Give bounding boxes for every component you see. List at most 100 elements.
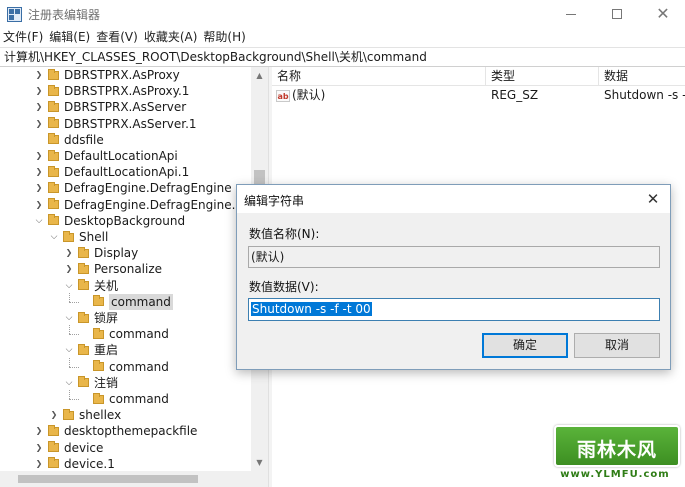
tree-horizontal-scrollbar[interactable] xyxy=(0,471,268,487)
tree-item[interactable]: ❯ DBRSTPRX.AsServer.1 xyxy=(34,116,197,132)
tree-item[interactable]: ❯ DefragEngine.DefragEngine xyxy=(34,180,232,196)
menu-favorites[interactable]: 收藏夹(A) xyxy=(141,28,201,47)
chevron-right-icon[interactable]: ❯ xyxy=(34,197,44,213)
chevron-down-icon[interactable]: ⌵ xyxy=(64,310,74,326)
folder-icon xyxy=(48,198,59,210)
chevron-down-icon[interactable]: ⌵ xyxy=(64,278,74,294)
folder-icon xyxy=(48,424,59,436)
tree-item[interactable]: ❯ Display xyxy=(64,245,139,261)
tree-item[interactable]: ⌵ 锁屏 xyxy=(64,310,118,326)
scroll-up-icon[interactable]: ▲ xyxy=(251,67,268,84)
ok-button[interactable]: 确定 xyxy=(482,333,568,358)
value-name: (默认) xyxy=(292,88,326,102)
tree-guide xyxy=(79,359,89,375)
chevron-right-icon[interactable]: ❯ xyxy=(34,83,44,99)
tree-guide xyxy=(34,132,44,148)
tree-item-label: desktopthemepackfile xyxy=(64,424,198,439)
tree-item[interactable]: ❯ DefaultLocationApi.1 xyxy=(34,164,190,180)
tree-item[interactable]: command xyxy=(79,326,169,342)
chevron-right-icon[interactable]: ❯ xyxy=(34,99,44,115)
value-data: Shutdown -s -t xyxy=(604,88,685,102)
tree-item[interactable]: ❯ device xyxy=(34,440,104,456)
list-item[interactable]: ab (默认) REG_SZ Shutdown -s -t xyxy=(272,86,685,104)
address-bar[interactable]: 计算机\HKEY_CLASSES_ROOT\DesktopBackground\… xyxy=(0,47,685,67)
folder-icon xyxy=(48,133,59,145)
tree-item-label: Shell xyxy=(79,230,109,244)
tree-item[interactable]: ⌵ Shell xyxy=(49,229,109,245)
hscroll-thumb[interactable] xyxy=(18,475,198,483)
dialog-close-icon[interactable]: ✕ xyxy=(639,187,667,211)
chevron-right-icon[interactable]: ❯ xyxy=(34,180,44,196)
chevron-right-icon[interactable]: ❯ xyxy=(34,423,44,439)
tree-item[interactable]: ❯ DBRSTPRX.AsProxy.1 xyxy=(34,83,190,99)
tree-guide xyxy=(79,294,89,310)
tree-item[interactable]: ❯ DefragEngine.DefragEngine.1 xyxy=(34,197,243,213)
tree-item[interactable]: ❯ Personalize xyxy=(64,261,162,277)
chevron-down-icon[interactable]: ⌵ xyxy=(49,229,59,245)
tree-item-label: DefragEngine.DefragEngine.1 xyxy=(64,197,244,212)
chevron-down-icon[interactable]: ⌵ xyxy=(34,213,44,229)
value-data-input[interactable]: Shutdown -s -f -t 00 xyxy=(248,298,660,321)
chevron-right-icon[interactable]: ❯ xyxy=(34,440,44,456)
tree-item[interactable]: ⌵ 重启 xyxy=(64,342,118,358)
column-type[interactable]: 类型 xyxy=(486,67,599,86)
tree-item-label: DBRSTPRX.AsProxy.1 xyxy=(64,84,190,99)
chevron-right-icon[interactable]: ❯ xyxy=(34,456,44,472)
folder-icon xyxy=(63,408,74,420)
tree-item[interactable]: ddsfile xyxy=(34,132,104,148)
folder-icon xyxy=(78,246,89,258)
tree-item[interactable]: ❯ DBRSTPRX.AsProxy xyxy=(34,67,180,83)
tree-item[interactable]: ⌵ DesktopBackground xyxy=(34,213,186,229)
maximize-button[interactable] xyxy=(594,0,640,28)
chevron-right-icon[interactable]: ❯ xyxy=(64,261,74,277)
close-icon: ✕ xyxy=(656,4,670,23)
scroll-down-icon[interactable]: ▼ xyxy=(251,454,268,471)
chevron-down-icon[interactable]: ⌵ xyxy=(64,342,74,358)
title-bar: 注册表编辑器 ✕ xyxy=(0,0,685,28)
tree-item[interactable]: ❯ device.1 xyxy=(34,456,115,472)
folder-icon xyxy=(48,149,59,161)
chevron-right-icon[interactable]: ❯ xyxy=(64,245,74,261)
tree-item[interactable]: ❯ shellex xyxy=(49,407,122,423)
column-name[interactable]: 名称 xyxy=(272,67,486,86)
tree-item-label: ddsfile xyxy=(64,132,104,147)
menu-help[interactable]: 帮助(H) xyxy=(200,28,248,47)
chevron-down-icon[interactable]: ⌵ xyxy=(64,375,74,391)
tree-item-label: command xyxy=(109,327,169,342)
chevron-right-icon[interactable]: ❯ xyxy=(34,116,44,132)
folder-icon xyxy=(48,68,59,80)
tree-item[interactable]: ⌵ 关机 xyxy=(64,278,118,294)
tree-item-label: shellex xyxy=(79,408,122,423)
tree-item[interactable]: command xyxy=(79,293,173,310)
chevron-right-icon[interactable]: ❯ xyxy=(34,148,44,164)
list-header: 名称 类型 数据 xyxy=(272,67,685,86)
close-button[interactable]: ✕ xyxy=(640,0,685,28)
tree-item-label: Personalize xyxy=(94,262,163,277)
tree-item[interactable]: ⌵ 注销 xyxy=(64,375,118,391)
folder-icon xyxy=(48,100,59,112)
folder-icon xyxy=(78,262,89,274)
tree-item-label: 锁屏 xyxy=(94,311,119,325)
menu-edit[interactable]: 编辑(E) xyxy=(46,28,93,47)
tree-item-label: DBRSTPRX.AsServer.1 xyxy=(64,116,197,131)
tree-item[interactable]: ❯ DefaultLocationApi xyxy=(34,148,178,164)
dialog-title: 编辑字符串 xyxy=(244,194,305,208)
folder-icon xyxy=(48,214,59,226)
menu-file[interactable]: 文件(F) xyxy=(0,28,46,47)
tree-item[interactable]: ❯ desktopthemepackfile xyxy=(34,423,198,439)
tree-item-label: command xyxy=(109,392,169,406)
tree-item[interactable]: command xyxy=(79,359,169,375)
folder-icon xyxy=(78,311,89,323)
tree-item[interactable]: ❯ DBRSTPRX.AsServer xyxy=(34,99,187,115)
cancel-button[interactable]: 取消 xyxy=(574,333,660,358)
menu-view[interactable]: 查看(V) xyxy=(93,28,141,47)
minimize-button[interactable] xyxy=(548,0,594,28)
watermark-text: 雨林木风 xyxy=(576,439,657,461)
chevron-right-icon[interactable]: ❯ xyxy=(49,407,59,423)
chevron-right-icon[interactable]: ❯ xyxy=(34,67,44,83)
chevron-right-icon[interactable]: ❯ xyxy=(34,164,44,180)
column-data[interactable]: 数据 xyxy=(599,67,685,86)
tree-item[interactable]: command xyxy=(79,391,169,407)
tree-guide-line xyxy=(69,292,70,302)
tree-item-label: 关机 xyxy=(94,278,119,293)
